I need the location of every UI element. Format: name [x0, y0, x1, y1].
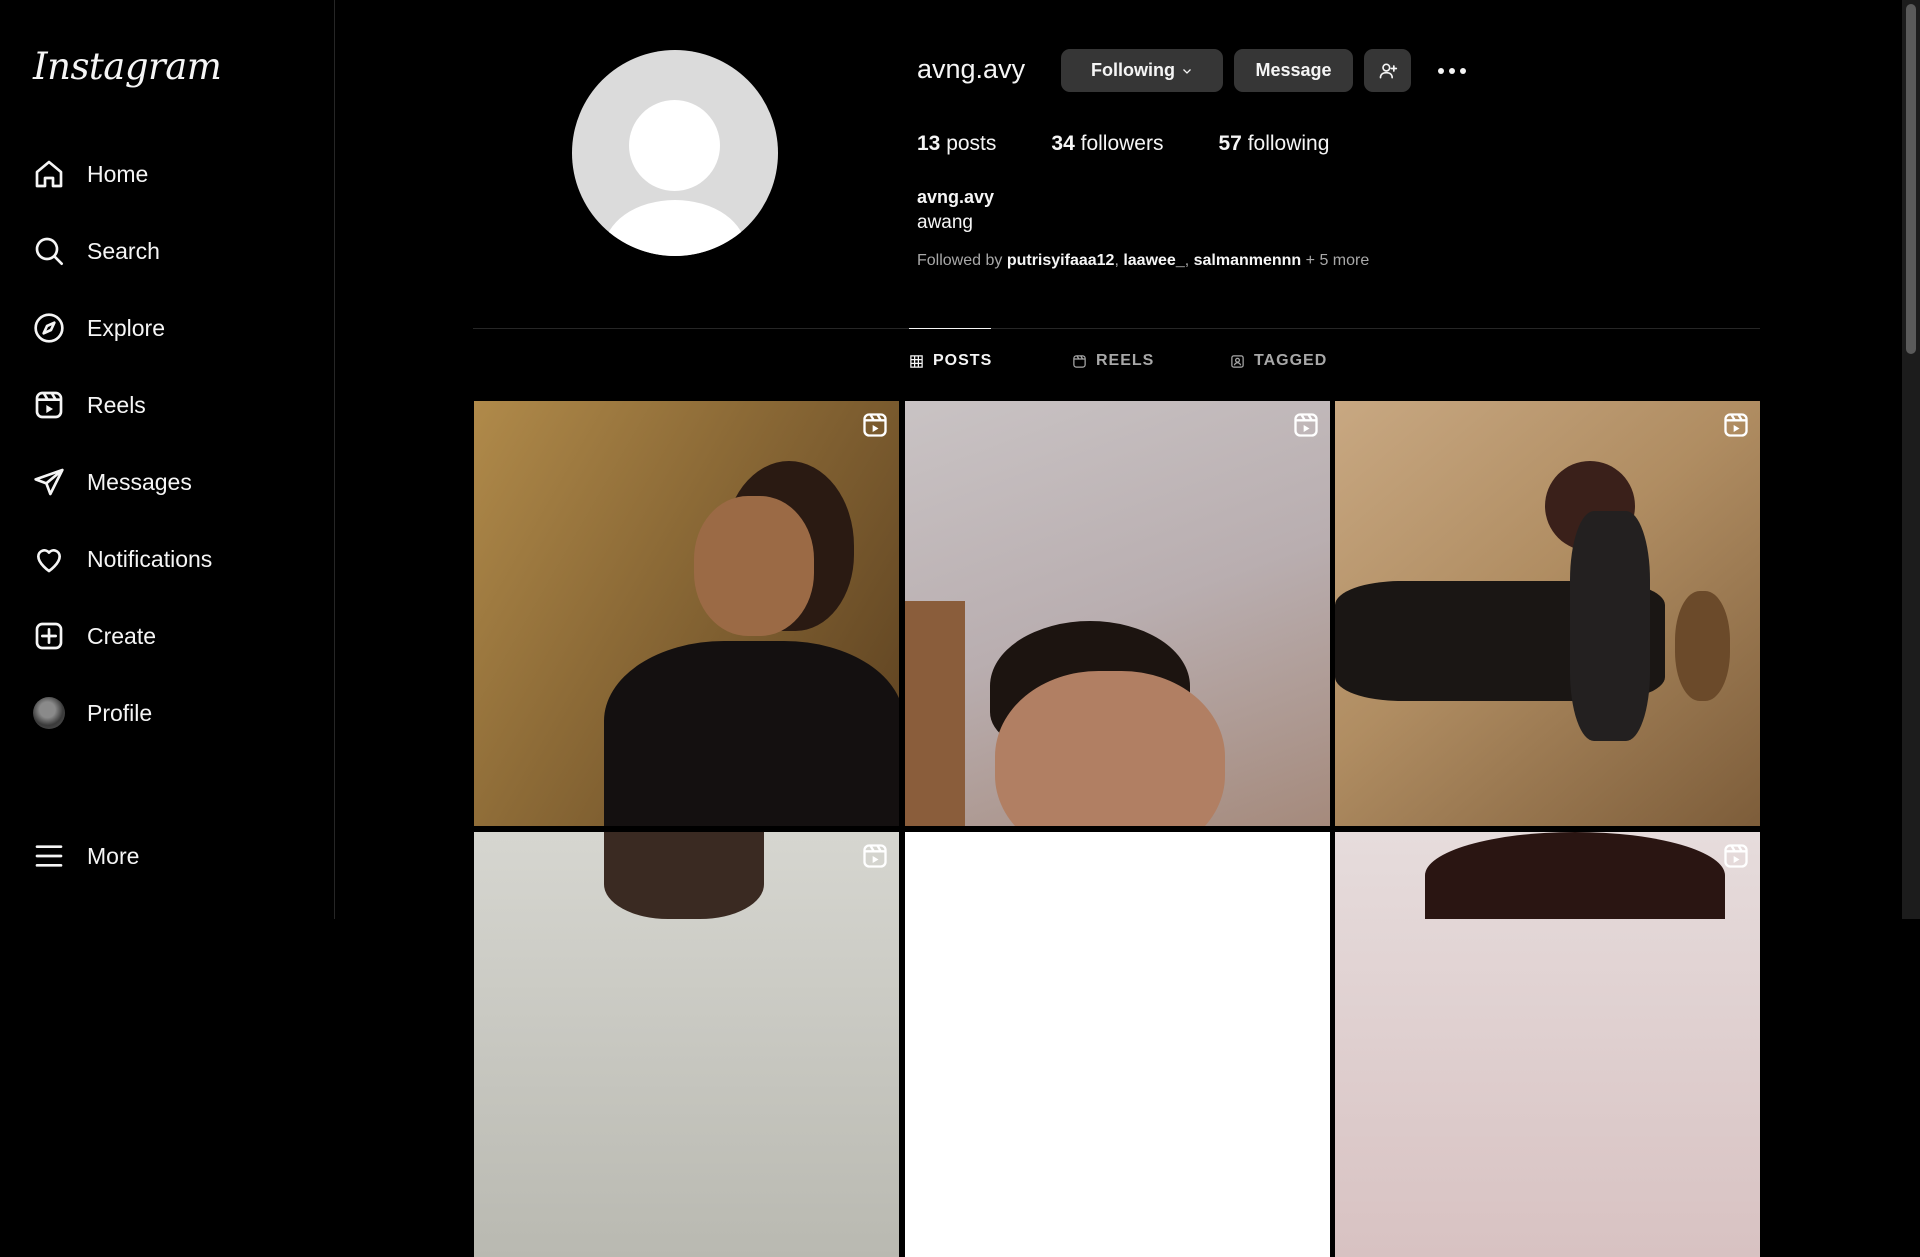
- sidebar-item-notifications[interactable]: Notifications: [33, 537, 212, 581]
- search-icon: [33, 235, 65, 267]
- tab-tagged[interactable]: TAGGED: [1230, 352, 1327, 370]
- reel-indicator-icon: [1722, 411, 1750, 439]
- reel-indicator-icon: [1722, 842, 1750, 870]
- post-thumbnail[interactable]: [474, 401, 899, 826]
- sidebar-item-reels[interactable]: Reels: [33, 383, 146, 427]
- instagram-logo[interactable]: Instagram: [33, 45, 222, 88]
- post-thumbnail[interactable]: [905, 401, 1330, 826]
- sidebar-item-home[interactable]: Home: [33, 152, 148, 196]
- followers-count[interactable]: 34 followers: [1051, 132, 1163, 156]
- active-tab-indicator: [909, 328, 991, 329]
- reel-indicator-icon: [861, 411, 889, 439]
- reel-indicator-icon: [861, 842, 889, 870]
- sidebar-item-label: Profile: [87, 699, 153, 726]
- page-scrollbar[interactable]: [1902, 0, 1920, 919]
- message-button[interactable]: Message: [1234, 49, 1353, 92]
- avatar: [33, 697, 65, 729]
- profile-username: avng.avy: [917, 54, 1026, 84]
- plus-square-icon: [33, 620, 65, 652]
- sidebar-item-label: More: [87, 842, 140, 869]
- profile-main: avng.avy Following Message 13 posts 34 f…: [335, 0, 1900, 1257]
- sidebar-item-create[interactable]: Create: [33, 614, 156, 658]
- tab-reels[interactable]: REELS: [1072, 352, 1154, 370]
- sidebar-item-label: Create: [87, 622, 157, 649]
- reels-icon: [1072, 354, 1096, 369]
- profile-bio: awang: [917, 212, 973, 233]
- following-button-label: Following: [1091, 60, 1175, 80]
- reels-icon: [33, 389, 65, 421]
- post-thumbnail[interactable]: [1335, 401, 1760, 826]
- following-count[interactable]: 57 following: [1218, 132, 1329, 156]
- profile-stats: 13 posts 34 followers 57 following: [917, 132, 1384, 156]
- sidebar-item-label: Messages: [87, 468, 192, 495]
- sidebar: Instagram Home Search Explore Reels Mess…: [0, 0, 335, 919]
- posts-count: 13 posts: [917, 132, 997, 155]
- suggested-users-button[interactable]: [1364, 49, 1411, 92]
- post-thumbnail[interactable]: [905, 832, 1330, 1257]
- menu-icon: [33, 840, 65, 872]
- sidebar-item-more[interactable]: More: [33, 834, 139, 878]
- more-options-icon[interactable]: [1435, 56, 1469, 86]
- sidebar-item-label: Search: [87, 237, 160, 264]
- grid-icon: [909, 354, 933, 369]
- chevron-down-icon: [1181, 65, 1193, 77]
- tabs-divider: [473, 328, 1760, 329]
- reel-indicator-icon: [1292, 411, 1320, 439]
- tab-posts[interactable]: POSTS: [909, 352, 992, 370]
- add-user-icon: [1378, 61, 1398, 81]
- post-thumbnail[interactable]: [474, 832, 899, 1257]
- tagged-icon: [1230, 354, 1254, 369]
- sidebar-item-label: Notifications: [87, 545, 213, 572]
- sidebar-item-search[interactable]: Search: [33, 229, 160, 273]
- following-button[interactable]: Following: [1061, 49, 1223, 92]
- sidebar-item-messages[interactable]: Messages: [33, 460, 192, 504]
- send-icon: [33, 466, 65, 498]
- sidebar-item-profile[interactable]: Profile: [33, 691, 152, 735]
- sidebar-item-label: Explore: [87, 314, 165, 341]
- profile-name: avng.avy: [917, 187, 995, 207]
- sidebar-item-explore[interactable]: Explore: [33, 306, 165, 350]
- compass-icon: [33, 312, 65, 344]
- profile-avatar[interactable]: [572, 50, 778, 256]
- post-thumbnail[interactable]: [1335, 832, 1760, 1257]
- followed-by[interactable]: Followed by putrisyifaaa12, laawee_, sal…: [917, 252, 1369, 270]
- home-icon: [33, 158, 65, 190]
- heart-icon: [33, 543, 65, 575]
- sidebar-item-label: Home: [87, 160, 149, 187]
- sidebar-item-label: Reels: [87, 391, 146, 418]
